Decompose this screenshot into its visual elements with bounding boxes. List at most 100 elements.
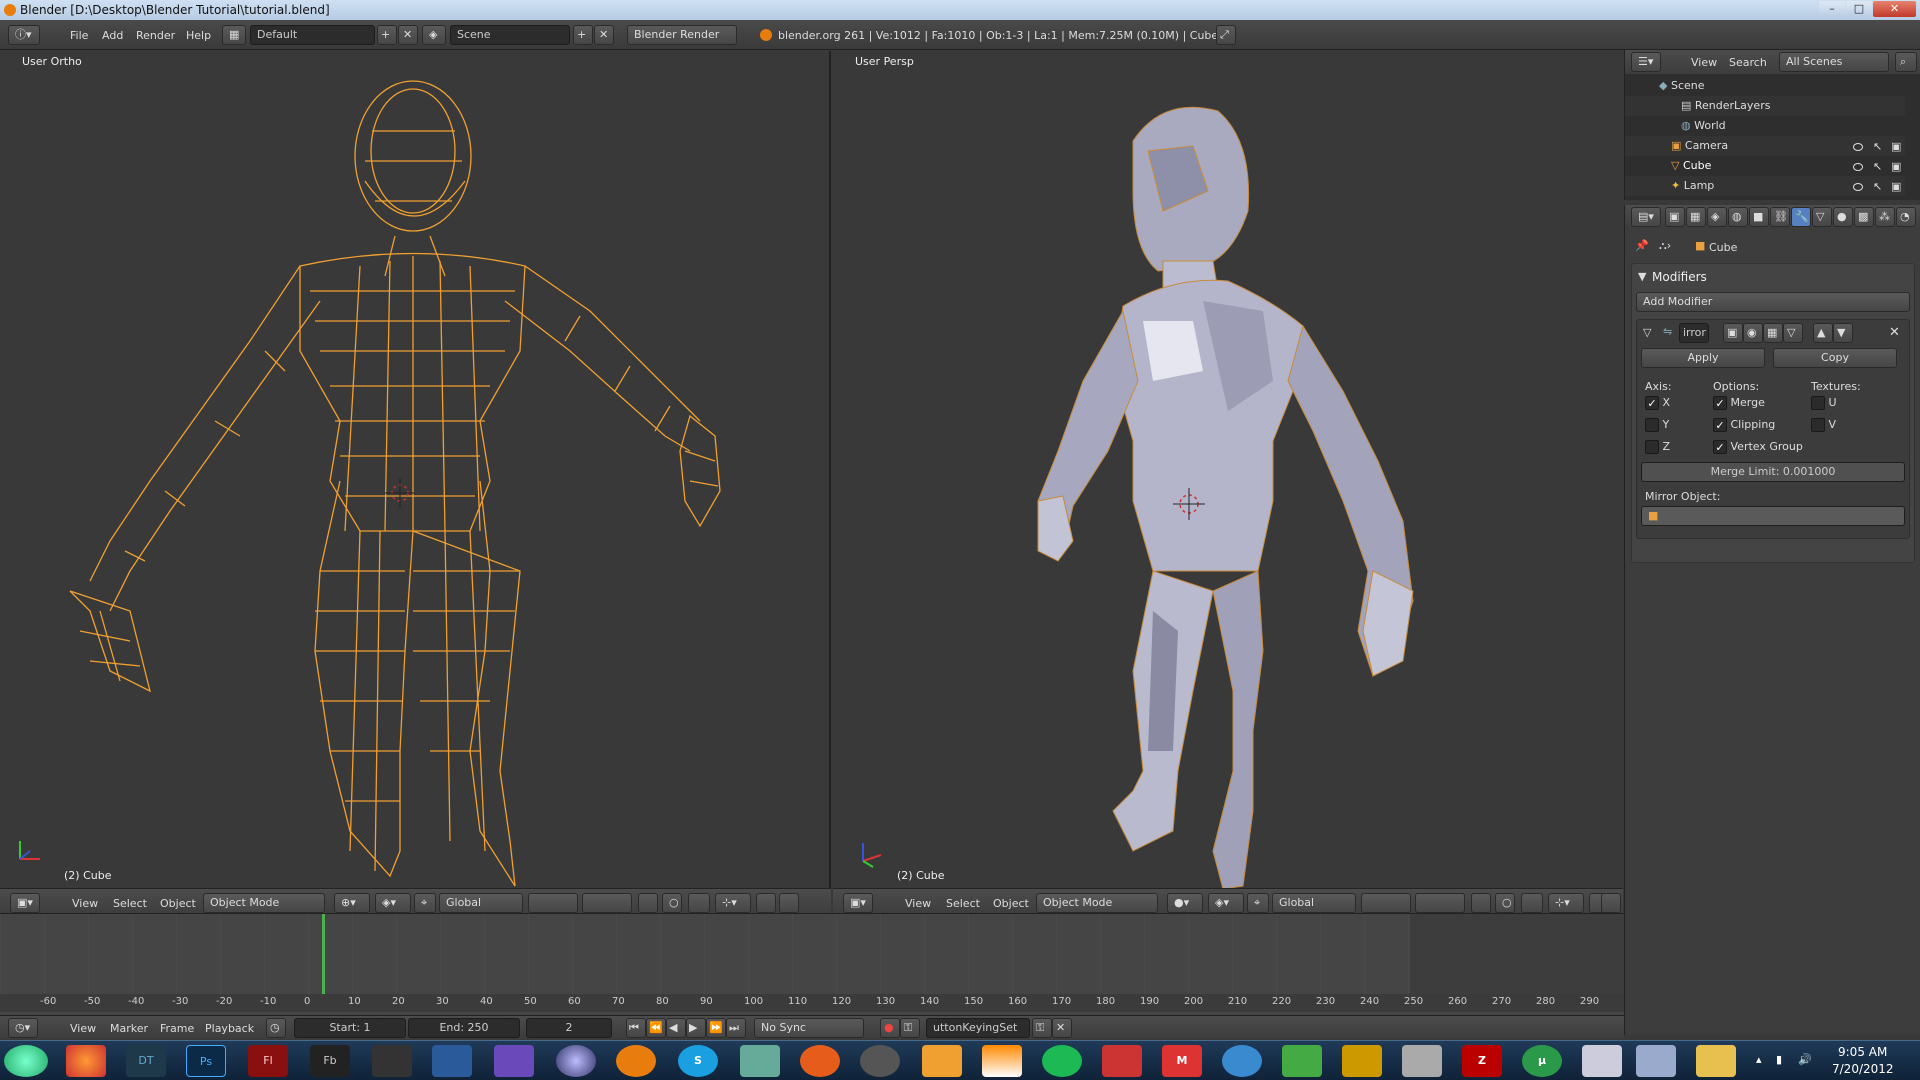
app18-icon[interactable] — [1102, 1045, 1142, 1077]
scene-remove-button[interactable]: ✕ — [594, 25, 614, 45]
texture-tab-icon[interactable]: ▩ — [1854, 207, 1874, 227]
snap-target-select[interactable]: ⊹▾ — [715, 893, 751, 913]
material-tab-icon[interactable]: ● — [1833, 207, 1853, 227]
snap-icon[interactable] — [688, 893, 710, 913]
outliner-filter-select[interactable]: All Scenes — [1779, 52, 1889, 72]
show-editmode-icon[interactable]: ▦ — [1763, 323, 1783, 343]
menu-frame[interactable]: Frame — [160, 1022, 194, 1035]
render-camera-icon[interactable]: ▣ — [1891, 160, 1901, 173]
outliner-item-world[interactable]: ◍ World — [1625, 116, 1905, 136]
layout-remove-button[interactable]: ✕ — [398, 25, 418, 45]
render-anim-icon[interactable] — [779, 893, 799, 913]
axis-y-checkbox[interactable]: Y — [1645, 418, 1669, 432]
layers-grid-2[interactable] — [1415, 893, 1465, 913]
select-arrow-icon[interactable]: ↖ — [1873, 160, 1882, 173]
app8-icon[interactable] — [494, 1045, 534, 1077]
keying-set-field[interactable]: uttonKeyingSet — [926, 1018, 1030, 1038]
select-arrow-icon[interactable]: ↖ — [1873, 180, 1882, 193]
menu-view[interactable]: View — [1691, 56, 1717, 69]
layer-lock-icon[interactable] — [1471, 893, 1491, 913]
outliner-item-renderlayers[interactable]: ▤ RenderLayers — [1625, 96, 1905, 116]
calculator-icon[interactable] — [1582, 1045, 1622, 1077]
particles-tab-icon[interactable]: ⁂ — [1875, 207, 1895, 227]
visibility-eye-icon[interactable] — [1853, 163, 1863, 171]
render-opengl-icon[interactable] — [756, 893, 776, 913]
explorer-icon[interactable] — [1696, 1045, 1736, 1077]
firefox-icon[interactable] — [66, 1045, 106, 1077]
filezilla-icon[interactable]: Z — [1462, 1045, 1502, 1077]
orientation-select[interactable]: Global — [439, 893, 523, 913]
flash-icon[interactable]: Fl — [248, 1045, 288, 1077]
app27-icon[interactable] — [1636, 1045, 1676, 1077]
app21-icon[interactable] — [1282, 1045, 1322, 1077]
clock-time[interactable]: 9:05 AM — [1838, 1045, 1887, 1059]
remove-modifier-icon[interactable]: ✕ — [1889, 325, 1900, 340]
orientation-select[interactable]: Global — [1272, 893, 1356, 913]
object-tab-icon[interactable]: ■ — [1749, 207, 1769, 227]
editor-type-3dview-button[interactable]: ▣▾ — [10, 893, 40, 913]
copy-button[interactable]: Copy — [1773, 348, 1897, 368]
outliner-item-camera[interactable]: ▣ Camera — [1625, 136, 1905, 156]
photoshop-icon[interactable]: Ps — [186, 1045, 226, 1077]
data-tab-icon[interactable]: ▽ — [1812, 207, 1832, 227]
add-modifier-select[interactable]: Add Modifier — [1636, 292, 1910, 312]
clock-date[interactable]: 7/20/2012 — [1832, 1062, 1894, 1076]
layout-field[interactable]: Default — [250, 25, 375, 45]
jump-prev-key-icon[interactable]: ⏪ — [646, 1018, 666, 1038]
current-frame-field[interactable]: 2 — [526, 1018, 612, 1038]
world-tab-icon[interactable]: ◍ — [1728, 207, 1748, 227]
origin-icon[interactable] — [800, 1045, 840, 1077]
blender-taskbar-icon[interactable] — [616, 1045, 656, 1077]
menu-marker[interactable]: Marker — [110, 1022, 148, 1035]
flashbuilder-icon[interactable]: Fb — [310, 1045, 350, 1077]
snap-icon[interactable] — [1521, 893, 1543, 913]
insert-keyframe-icon[interactable]: ⚿ — [1032, 1018, 1052, 1038]
volume-icon[interactable]: 🔊 — [1798, 1053, 1812, 1066]
move-up-icon[interactable]: ▲ — [1813, 323, 1833, 343]
scene-add-button[interactable]: + — [573, 25, 593, 45]
modifier-name-field[interactable]: irror — [1679, 323, 1709, 343]
snap-target-select[interactable]: ⊹▾ — [1548, 893, 1584, 913]
skype-icon[interactable]: S — [678, 1045, 718, 1077]
clipping-checkbox[interactable]: ✓ Clipping — [1713, 418, 1775, 432]
jump-start-icon[interactable]: ⏮ — [626, 1018, 646, 1038]
proportional-edit-icon[interactable]: ○ — [662, 893, 682, 913]
texture-v-checkbox[interactable]: V — [1811, 418, 1836, 432]
scene-tab-icon[interactable]: ◈ — [1707, 207, 1727, 227]
app15-icon[interactable] — [922, 1045, 962, 1077]
app6-icon[interactable] — [372, 1045, 412, 1077]
mode-select[interactable]: Object Mode — [203, 893, 325, 913]
close-button[interactable]: ✕ — [1873, 1, 1916, 17]
render-anim-icon[interactable] — [1601, 893, 1621, 913]
mirror-object-field[interactable]: ■ — [1641, 506, 1905, 526]
menu-select[interactable]: Select — [946, 897, 980, 910]
record-icon[interactable]: ● — [880, 1018, 900, 1038]
menu-view[interactable]: View — [905, 897, 931, 910]
utorrent-icon[interactable]: µ — [1522, 1045, 1562, 1077]
proportional-edit-icon[interactable]: ○ — [1495, 893, 1515, 913]
keying-icon[interactable]: ⚿ — [900, 1018, 920, 1038]
jump-next-key-icon[interactable]: ⏩ — [706, 1018, 726, 1038]
menu-select[interactable]: Select — [113, 897, 147, 910]
scene-icon-button[interactable]: ◈ — [422, 25, 446, 45]
shading-select[interactable]: ●▾ — [1167, 893, 1203, 913]
show-render-icon[interactable]: ▣ — [1723, 323, 1743, 343]
select-arrow-icon[interactable]: ↖ — [1873, 140, 1882, 153]
scene-field[interactable]: Scene — [450, 25, 570, 45]
render-tab-icon[interactable]: ▣ — [1665, 207, 1685, 227]
use-preview-range-icon[interactable]: ◷ — [266, 1018, 286, 1038]
menu-file[interactable]: File — [70, 29, 88, 42]
modifier-expand-icon[interactable]: ▽ — [1643, 326, 1651, 339]
network-icon[interactable]: ▮ — [1776, 1053, 1782, 1066]
axis-z-checkbox[interactable]: Z — [1645, 440, 1670, 454]
axis-x-checkbox[interactable]: ✓ X — [1645, 396, 1670, 410]
eclipse-icon[interactable] — [556, 1045, 596, 1077]
layers-tab-icon[interactable]: ▦ — [1686, 207, 1706, 227]
app12-icon[interactable] — [740, 1045, 780, 1077]
vlc-icon[interactable] — [982, 1045, 1022, 1077]
jump-end-icon[interactable]: ⏭ — [726, 1018, 746, 1038]
start-frame-field[interactable]: Start: 1 — [294, 1018, 406, 1038]
editor-type-properties-button[interactable]: ▤▾ — [1631, 207, 1661, 227]
apply-button[interactable]: Apply — [1641, 348, 1765, 368]
play-icon[interactable]: ▶ — [686, 1018, 706, 1038]
